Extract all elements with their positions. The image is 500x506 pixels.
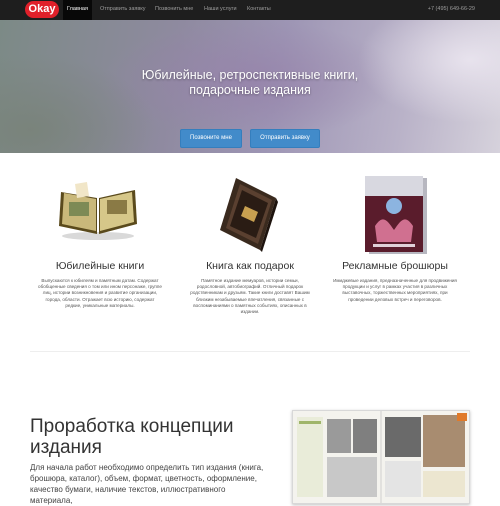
nav-item-services[interactable]: Наши услуги (204, 0, 237, 20)
magazine-spread-image (292, 410, 470, 504)
hero-title-line1: Юбилейные, ретроспективные книги, (141, 68, 359, 82)
gift-book-image (220, 178, 278, 252)
okay-logo[interactable]: Okay (25, 1, 59, 18)
concept-text: Для начала работ необходимо определить т… (30, 463, 264, 505)
open-book-image (59, 182, 137, 240)
brochure-image (365, 176, 427, 254)
call-me-button[interactable]: Позвоните мне (180, 129, 242, 148)
send-request-button[interactable]: Отправить заявку (250, 129, 320, 148)
feature-title: Книга как подарок (206, 260, 294, 272)
nav-item-call-me[interactable]: Позвонить мне (155, 0, 193, 20)
nav-item-home[interactable]: Главная (63, 0, 92, 20)
feature-description: Выпускаются к юбилеям и памятным датам. … (38, 278, 162, 308)
hero-title-line2: подарочные издания (189, 83, 311, 97)
feature-description: Имиджевые издания, предназначенные для п… (333, 278, 457, 302)
feature-description: Памятное издание мемуаров, истории семьи… (190, 278, 310, 315)
hero-banner: Юбилейные, ретроспективные книги, подаро… (0, 20, 500, 153)
feature-title: Юбилейные книги (55, 260, 145, 272)
top-navbar: Okay Главная Отправить заявку Позвонить … (0, 0, 500, 21)
section-divider (30, 351, 470, 352)
nav-item-send-request[interactable]: Отправить заявку (100, 0, 146, 20)
concept-heading: Проработка концепции издания (30, 416, 234, 458)
feature-title: Рекламные брошюры (342, 260, 448, 272)
phone-number: +7 (495) 649-66-29 (427, 6, 475, 12)
nav-item-contacts[interactable]: Контакты (247, 0, 271, 20)
hero-title: Юбилейные, ретроспективные книги, подаро… (100, 68, 400, 98)
